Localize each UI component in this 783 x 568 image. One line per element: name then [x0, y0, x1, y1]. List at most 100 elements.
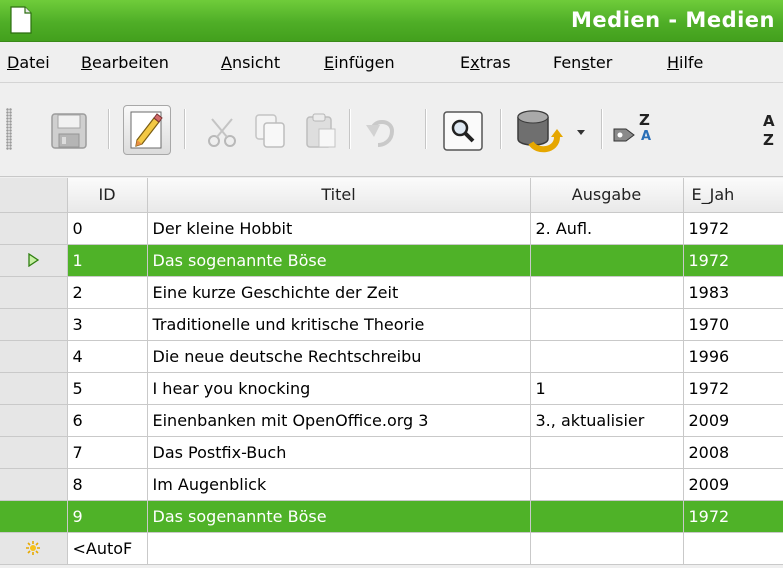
cell-e-jahr[interactable]: 1970: [683, 308, 783, 341]
cell-ausgabe[interactable]: [530, 308, 684, 341]
menu-fenster-label-a: Fen: [553, 53, 582, 72]
cell-ausgabe[interactable]: [530, 500, 684, 533]
row-handle[interactable]: [0, 468, 68, 501]
cell-id[interactable]: 9: [67, 500, 148, 533]
cell-e-jahr[interactable]: 1972: [683, 500, 783, 533]
cell-titel[interactable]: Die neue deutsche Rechtschreibu: [147, 340, 531, 373]
row-handle[interactable]: [0, 404, 68, 437]
cell-id-new[interactable]: <AutoF: [67, 532, 148, 565]
undo-icon[interactable]: [362, 111, 402, 151]
cell-titel[interactable]: Einenbanken mit OpenOffice.org 3: [147, 404, 531, 437]
cell-id[interactable]: 8: [67, 468, 148, 501]
cell-ausgabe[interactable]: [530, 468, 684, 501]
paste-icon[interactable]: [301, 111, 341, 151]
table-row[interactable]: 0 Der kleine Hobbit 2. Aufl. 1972: [0, 212, 783, 245]
toolbar-separator: [108, 109, 109, 149]
column-header-e-jahr[interactable]: E_Jah: [683, 178, 783, 213]
new-record-row[interactable]: <AutoF: [0, 532, 783, 565]
cell-ausgabe[interactable]: [530, 276, 684, 309]
cell-e-jahr[interactable]: 2008: [683, 436, 783, 469]
sort-az-button[interactable]: A Z: [763, 109, 783, 153]
cell-titel[interactable]: I hear you knocking: [147, 372, 531, 405]
cell-titel[interactable]: Das sogenannte Böse: [147, 244, 531, 277]
menu-bar: Datei Bearbeiten Ansicht Einfügen Extras…: [0, 42, 783, 83]
cell-id[interactable]: 3: [67, 308, 148, 341]
row-handle[interactable]: [0, 436, 68, 469]
column-header-ausgabe[interactable]: Ausgabe: [530, 178, 684, 213]
table-row[interactable]: 7 Das Postfix-Buch 2008: [0, 436, 783, 469]
menu-bearbeiten[interactable]: Bearbeiten: [81, 53, 169, 72]
cell-e-jahr[interactable]: 1972: [683, 212, 783, 245]
cell-titel[interactable]: Das sogenannte Böse: [147, 500, 531, 533]
find-record-icon[interactable]: [441, 109, 485, 153]
table-row[interactable]: 3 Traditionelle und kritische Theorie 19…: [0, 308, 783, 341]
table-row[interactable]: 4 Die neue deutsche Rechtschreibu 1996: [0, 340, 783, 373]
cell-ausgabe[interactable]: 3., aktualisier: [530, 404, 684, 437]
cell-titel[interactable]: Das Postfix-Buch: [147, 436, 531, 469]
row-handle[interactable]: [0, 212, 68, 245]
data-source-icon[interactable]: [513, 107, 563, 155]
save-icon[interactable]: [49, 111, 89, 151]
row-handle[interactable]: [0, 372, 68, 405]
data-grid: ID Titel Ausgabe E_Jah 0 Der kleine Hobb…: [0, 178, 783, 565]
menu-hilfe[interactable]: Hilfe: [667, 53, 703, 72]
cell-ausgabe[interactable]: [530, 340, 684, 373]
column-header-titel[interactable]: Titel: [147, 178, 531, 213]
grid-corner[interactable]: [0, 178, 68, 213]
cell-e-jahr[interactable]: 1972: [683, 372, 783, 405]
menu-bearbeiten-label: earbeiten: [91, 53, 169, 72]
row-handle[interactable]: [0, 244, 68, 277]
toolbar: Z A A Z: [0, 83, 783, 177]
cell-id[interactable]: 5: [67, 372, 148, 405]
column-header-id[interactable]: ID: [67, 178, 148, 213]
cell-e-jahr[interactable]: 2009: [683, 468, 783, 501]
cell-titel[interactable]: Eine kurze Geschichte der Zeit: [147, 276, 531, 309]
cell-ausgabe-new[interactable]: [530, 532, 684, 565]
cell-id[interactable]: 6: [67, 404, 148, 437]
cell-titel[interactable]: Im Augenblick: [147, 468, 531, 501]
cell-e-jahr[interactable]: 1996: [683, 340, 783, 373]
cell-titel[interactable]: Traditionelle und kritische Theorie: [147, 308, 531, 341]
menu-fenster[interactable]: Fenster: [553, 53, 612, 72]
cell-e-jahr[interactable]: 2009: [683, 404, 783, 437]
cell-e-jahr[interactable]: 1972: [683, 244, 783, 277]
menu-datei[interactable]: Datei: [7, 53, 50, 72]
menu-datei-mnemonic: D: [7, 53, 20, 72]
copy-icon[interactable]: [251, 111, 291, 151]
cell-e-jahr-new[interactable]: [683, 532, 783, 565]
cell-ausgabe[interactable]: [530, 244, 684, 277]
cell-id[interactable]: 1: [67, 244, 148, 277]
cell-ausgabe[interactable]: 1: [530, 372, 684, 405]
toolbar-grip[interactable]: [6, 108, 12, 150]
table-row[interactable]: 5 I hear you knocking 1 1972: [0, 372, 783, 405]
cell-id[interactable]: 2: [67, 276, 148, 309]
row-handle[interactable]: [0, 532, 68, 565]
menu-einfuegen[interactable]: Einfügen: [324, 53, 395, 72]
table-row[interactable]: 9 Das sogenannte Böse 1972: [0, 500, 783, 533]
cell-id[interactable]: 0: [67, 212, 148, 245]
menu-ansicht[interactable]: Ansicht: [221, 53, 280, 72]
table-row[interactable]: 1 Das sogenannte Böse 1972: [0, 244, 783, 277]
cell-ausgabe[interactable]: [530, 436, 684, 469]
cell-id[interactable]: 7: [67, 436, 148, 469]
cut-icon[interactable]: [203, 113, 243, 151]
table-row[interactable]: 2 Eine kurze Geschichte der Zeit 1983: [0, 276, 783, 309]
sort-ascending-button[interactable]: Z A: [612, 109, 660, 153]
menu-extras[interactable]: Extras: [460, 53, 511, 72]
table-row[interactable]: 8 Im Augenblick 2009: [0, 468, 783, 501]
cell-ausgabe[interactable]: 2. Aufl.: [530, 212, 684, 245]
cell-titel[interactable]: Der kleine Hobbit: [147, 212, 531, 245]
row-handle[interactable]: [0, 276, 68, 309]
menu-fenster-label-b: ter: [589, 53, 613, 72]
edit-mode-toggle[interactable]: [123, 105, 171, 155]
table-row[interactable]: 6 Einenbanken mit OpenOffice.org 3 3., a…: [0, 404, 783, 437]
row-handle[interactable]: [0, 340, 68, 373]
row-handle[interactable]: [0, 308, 68, 341]
edit-pencil-icon: [130, 111, 163, 149]
sort-label-bottom: A: [641, 129, 652, 144]
cell-titel-new[interactable]: [147, 532, 531, 565]
cell-id[interactable]: 4: [67, 340, 148, 373]
row-handle[interactable]: [0, 500, 68, 533]
cell-e-jahr[interactable]: 1983: [683, 276, 783, 309]
dropdown-arrow-icon[interactable]: [575, 127, 587, 137]
